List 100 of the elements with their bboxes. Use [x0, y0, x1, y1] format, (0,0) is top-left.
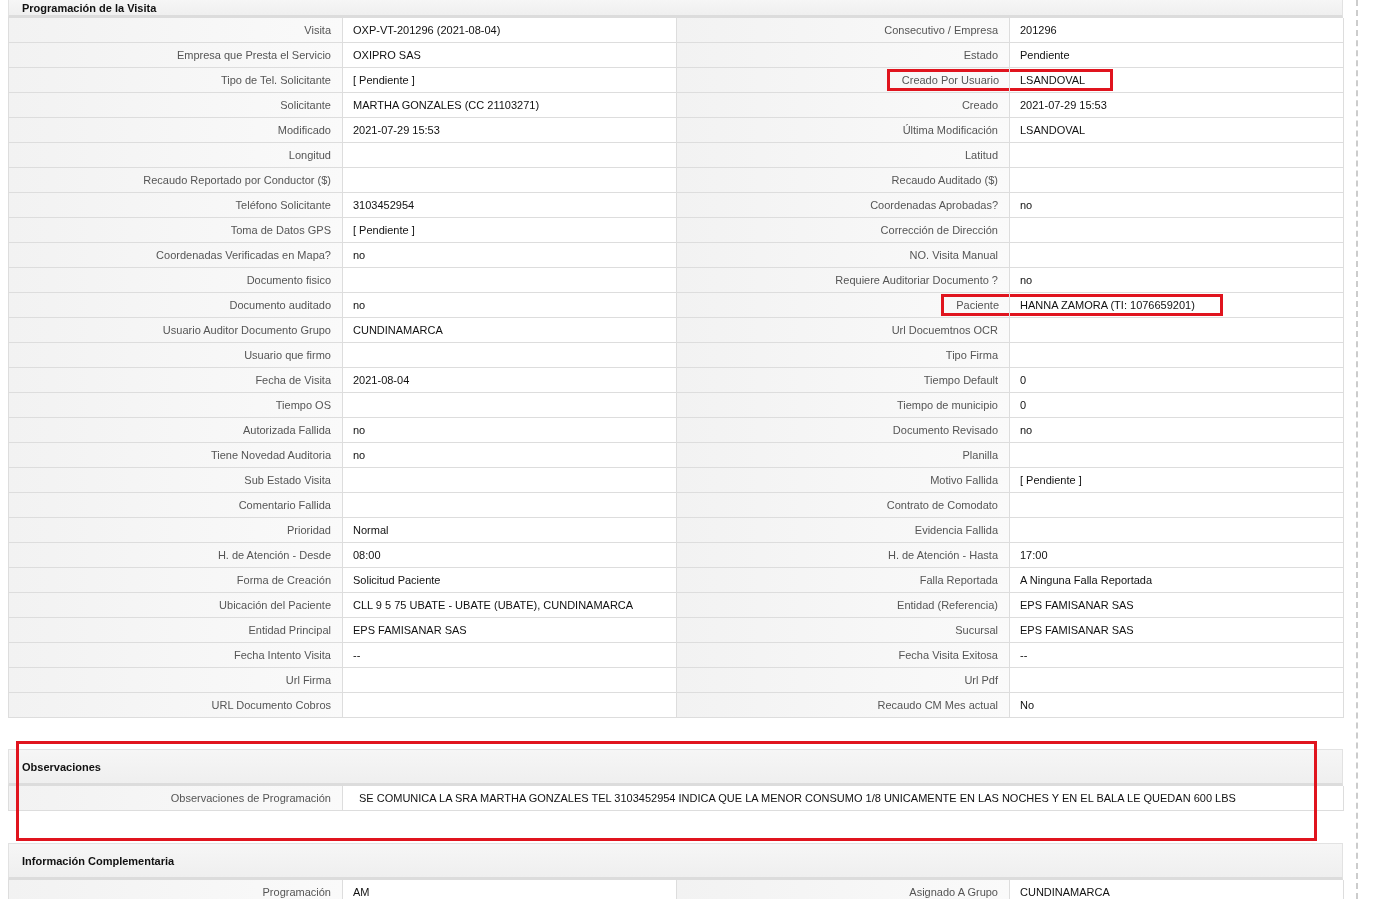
field-value: no: [1020, 424, 1033, 436]
field-label: Toma de Datos GPS: [230, 224, 331, 236]
field-label: Autorizada Fallida: [242, 424, 331, 436]
field-value: 08:00: [353, 549, 381, 561]
field-label: Motivo Fallida: [930, 474, 998, 486]
field-label: H. de Atención - Hasta: [887, 549, 998, 561]
section-title: Programación de la Visita: [22, 2, 157, 14]
field-label: Coordenadas Aprobadas?: [870, 199, 998, 211]
field-label: Usuario Auditor Documento Grupo: [162, 324, 331, 336]
field-value: --: [1020, 649, 1028, 661]
field-label: Programación: [262, 886, 331, 898]
field-value: no: [1020, 274, 1033, 286]
field-value: EPS FAMISANAR SAS: [1020, 624, 1134, 636]
field-value: EPS FAMISANAR SAS: [353, 624, 467, 636]
field-value: no: [353, 299, 366, 311]
field-label: Url Firma: [285, 674, 331, 686]
field-label: Última Modificación: [902, 124, 998, 136]
field-value: LSANDOVAL: [1020, 124, 1086, 136]
field-value: MARTHA GONZALES (CC 21103271): [353, 99, 540, 111]
field-value: 0: [1020, 374, 1027, 386]
field-value: OXP-VT-201296 (2021-08-04): [353, 24, 501, 36]
field-label: Visita: [304, 24, 331, 36]
field-label: Forma de Creación: [236, 574, 331, 586]
field-label: Planilla: [962, 449, 998, 461]
field-label: Sucursal: [955, 624, 998, 636]
field-value: Solicitud Paciente: [353, 574, 441, 586]
field-value: Normal: [353, 524, 389, 536]
field-label: Fecha Intento Visita: [233, 649, 331, 661]
field-label: Fecha de Visita: [255, 374, 331, 386]
field-value: CLL 9 5 75 UBATE - UBATE (UBATE), CUNDINAMARCA: [353, 599, 634, 611]
field-value: EPS FAMISANAR SAS: [1020, 599, 1134, 611]
field-label: Tipo de Tel. Solicitante: [220, 74, 331, 86]
field-label: Recaudo CM Mes actual: [877, 699, 998, 711]
field-label: Teléfono Solicitante: [235, 199, 331, 211]
field-label: Observaciones de Programación: [170, 792, 331, 804]
field-label: Tiene Novedad Auditoria: [210, 449, 331, 461]
field-value: [ Pendiente ]: [1020, 474, 1082, 486]
field-value: 2021-07-29 15:53: [353, 124, 440, 136]
field-value: no: [353, 249, 366, 261]
field-label: Evidencia Fallida: [914, 524, 998, 536]
field-label: Documento auditado: [229, 299, 331, 311]
field-value: [ Pendiente ]: [353, 224, 415, 236]
field-value: Pendiente: [1020, 49, 1070, 61]
field-value: 17:00: [1020, 549, 1048, 561]
field-label: H. de Atención - Desde: [217, 549, 331, 561]
field-label: Recaudo Auditado ($): [891, 174, 998, 186]
field-label: Longitud: [288, 149, 331, 161]
field-value: 3103452954: [353, 199, 415, 211]
field-label: NO. Visita Manual: [909, 249, 998, 261]
section-title: Información Complementaria: [22, 854, 175, 867]
field-value: SE COMUNICA LA SRA MARTHA GONZALES TEL 3103452954 INDICA QUE LA MENOR CONSUMO 1/8 UNICAMENTE EN LAS NOCHES Y EN EL BALA LE QUEDAN 600 LBS: [359, 792, 1236, 804]
field-value: 2021-08-04: [353, 374, 410, 386]
field-value: 2021-07-29 15:53: [1020, 99, 1107, 111]
field-label: Consecutivo / Empresa: [884, 24, 998, 36]
field-label: Tipo Firma: [945, 349, 998, 361]
field-label: Sub Estado Visita: [244, 474, 331, 486]
field-value: 0: [1020, 399, 1027, 411]
field-label: Fecha Visita Exitosa: [898, 649, 998, 661]
field-value: AM: [353, 886, 370, 898]
field-label: Documento Revisado: [892, 424, 998, 436]
field-value: --: [353, 649, 361, 661]
field-label: Creado Por Usuario: [886, 69, 1009, 91]
field-value: no: [353, 449, 366, 461]
field-label: Comentario Fallida: [238, 499, 331, 511]
field-label: Usuario que firmo: [244, 349, 331, 361]
field-label: Ubicación del Paciente: [219, 599, 331, 611]
field-value: HANNA ZAMORA (TI: 1076659201): [1010, 294, 1223, 316]
field-label: Contrato de Comodato: [886, 499, 998, 511]
field-label: Prioridad: [286, 524, 331, 536]
field-label: Entidad Principal: [248, 624, 331, 636]
field-label: Recaudo Reportado por Conductor ($): [143, 174, 331, 186]
field-label: Tiempo de municipio: [896, 399, 998, 411]
field-label: Requiere Auditoriar Documento ?: [835, 274, 998, 286]
field-label: Empresa que Presta el Servicio: [176, 49, 331, 61]
field-label: Tiempo Default: [923, 374, 998, 386]
field-label: Asignado A Grupo: [909, 886, 998, 898]
field-value: No: [1020, 699, 1035, 711]
field-label: Tiempo OS: [275, 399, 331, 411]
field-label: Url Docuemtnos OCR: [891, 324, 998, 336]
field-label: Latitud: [964, 149, 998, 161]
field-label: URL Documento Cobros: [211, 699, 331, 711]
section-title: Observaciones: [22, 760, 101, 773]
field-label: Solicitante: [280, 99, 331, 111]
field-value: CUNDINAMARCA: [353, 324, 443, 336]
field-value: A Ninguna Falla Reportada: [1020, 574, 1153, 586]
field-value: [ Pendiente ]: [353, 74, 415, 86]
field-value: 201296: [1020, 24, 1057, 36]
field-label: Url Pdf: [964, 674, 998, 686]
field-label: Corrección de Dirección: [880, 224, 998, 236]
field-value: CUNDINAMARCA: [1020, 886, 1110, 898]
field-label: Estado: [963, 49, 998, 61]
field-label: Documento fisico: [246, 274, 331, 286]
field-value: no: [1020, 199, 1033, 211]
field-label: Modificado: [277, 124, 331, 136]
field-label: Creado: [961, 99, 998, 111]
field-value: no: [353, 424, 366, 436]
field-label: Coordenadas Verificadas en Mapa?: [156, 249, 331, 261]
field-label: Entidad (Referencia): [897, 599, 998, 611]
field-label: Falla Reportada: [919, 574, 998, 586]
field-value: OXIPRO SAS: [353, 49, 421, 61]
